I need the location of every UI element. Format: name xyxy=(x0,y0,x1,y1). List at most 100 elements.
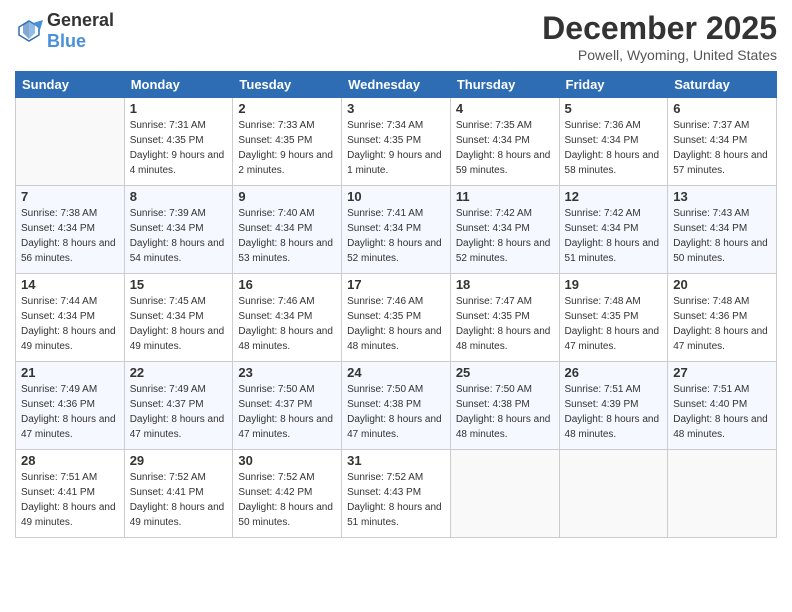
calendar-cell: 8 Sunrise: 7:39 AMSunset: 4:34 PMDaylight… xyxy=(124,186,233,274)
day-number: 14 xyxy=(21,277,119,292)
sun-info: Sunrise: 7:31 AMSunset: 4:35 PMDaylight:… xyxy=(130,118,228,178)
sun-info: Sunrise: 7:34 AMSunset: 4:35 PMDaylight:… xyxy=(347,118,445,178)
sun-info: Sunrise: 7:42 AMSunset: 4:34 PMDaylight:… xyxy=(565,206,663,266)
sun-info: Sunrise: 7:46 AMSunset: 4:34 PMDaylight:… xyxy=(238,294,336,354)
day-number: 4 xyxy=(456,101,554,116)
calendar-week-row: 14 Sunrise: 7:44 AMSunset: 4:34 PMDayligh… xyxy=(16,274,777,362)
day-number: 8 xyxy=(130,189,228,204)
calendar-cell: 31Sunrise: 7:52 AMSunset: 4:43 PMDayligh… xyxy=(342,450,451,538)
day-number: 31 xyxy=(347,453,445,468)
month-title: December 2025 xyxy=(542,10,777,47)
calendar-cell: 26Sunrise: 7:51 AMSunset: 4:39 PMDayligh… xyxy=(559,362,668,450)
day-number: 21 xyxy=(21,365,119,380)
calendar: SundayMondayTuesdayWednesdayThursdayFrid… xyxy=(15,71,777,538)
calendar-cell: 5 Sunrise: 7:36 AMSunset: 4:34 PMDaylight… xyxy=(559,98,668,186)
calendar-day-header: Friday xyxy=(559,72,668,98)
calendar-cell: 25 Sunrise: 7:50 AMSunset: 4:38 PMDayligh… xyxy=(450,362,559,450)
calendar-cell: 21 Sunrise: 7:49 AMSunset: 4:36 PMDayligh… xyxy=(16,362,125,450)
logo: General Blue xyxy=(15,10,114,52)
calendar-cell: 11Sunrise: 7:42 AMSunset: 4:34 PMDayligh… xyxy=(450,186,559,274)
sun-info: Sunrise: 7:47 AMSunset: 4:35 PMDaylight:… xyxy=(456,294,554,354)
sun-info: Sunrise: 7:43 AMSunset: 4:34 PMDaylight:… xyxy=(673,206,771,266)
day-number: 18 xyxy=(456,277,554,292)
calendar-cell: 13Sunrise: 7:43 AMSunset: 4:34 PMDayligh… xyxy=(668,186,777,274)
calendar-cell: 17 Sunrise: 7:46 AMSunset: 4:35 PMDayligh… xyxy=(342,274,451,362)
calendar-cell: 19 Sunrise: 7:48 AMSunset: 4:35 PMDayligh… xyxy=(559,274,668,362)
calendar-cell: 3 Sunrise: 7:34 AMSunset: 4:35 PMDaylight… xyxy=(342,98,451,186)
calendar-cell: 22 Sunrise: 7:49 AMSunset: 4:37 PMDayligh… xyxy=(124,362,233,450)
day-number: 3 xyxy=(347,101,445,116)
sun-info: Sunrise: 7:44 AMSunset: 4:34 PMDaylight:… xyxy=(21,294,119,354)
calendar-day-header: Sunday xyxy=(16,72,125,98)
day-number: 7 xyxy=(21,189,119,204)
sun-info: Sunrise: 7:51 AMSunset: 4:40 PMDaylight:… xyxy=(673,382,771,442)
day-number: 25 xyxy=(456,365,554,380)
sun-info: Sunrise: 7:50 AMSunset: 4:38 PMDaylight:… xyxy=(456,382,554,442)
calendar-cell: 9 Sunrise: 7:40 AMSunset: 4:34 PMDaylight… xyxy=(233,186,342,274)
calendar-cell: 4Sunrise: 7:35 AMSunset: 4:34 PMDaylight… xyxy=(450,98,559,186)
calendar-day-header: Monday xyxy=(124,72,233,98)
day-number: 12 xyxy=(565,189,663,204)
day-number: 5 xyxy=(565,101,663,116)
calendar-cell: 7 Sunrise: 7:38 AMSunset: 4:34 PMDaylight… xyxy=(16,186,125,274)
logo-text: General Blue xyxy=(47,10,114,52)
day-number: 9 xyxy=(238,189,336,204)
calendar-day-header: Thursday xyxy=(450,72,559,98)
calendar-cell: 18 Sunrise: 7:47 AMSunset: 4:35 PMDayligh… xyxy=(450,274,559,362)
day-number: 11 xyxy=(456,189,554,204)
calendar-cell: 24 Sunrise: 7:50 AMSunset: 4:38 PMDayligh… xyxy=(342,362,451,450)
sun-info: Sunrise: 7:36 AMSunset: 4:34 PMDaylight:… xyxy=(565,118,663,178)
calendar-cell: 16 Sunrise: 7:46 AMSunset: 4:34 PMDayligh… xyxy=(233,274,342,362)
calendar-cell: 23 Sunrise: 7:50 AMSunset: 4:37 PMDayligh… xyxy=(233,362,342,450)
sun-info: Sunrise: 7:38 AMSunset: 4:34 PMDaylight:… xyxy=(21,206,119,266)
day-number: 6 xyxy=(673,101,771,116)
day-number: 27 xyxy=(673,365,771,380)
day-number: 19 xyxy=(565,277,663,292)
sun-info: Sunrise: 7:50 AMSunset: 4:37 PMDaylight:… xyxy=(238,382,336,442)
day-number: 15 xyxy=(130,277,228,292)
calendar-week-row: 1Sunrise: 7:31 AMSunset: 4:35 PMDaylight… xyxy=(16,98,777,186)
calendar-day-header: Saturday xyxy=(668,72,777,98)
sun-info: Sunrise: 7:41 AMSunset: 4:34 PMDaylight:… xyxy=(347,206,445,266)
header: General Blue December 2025 Powell, Wyomi… xyxy=(15,10,777,63)
calendar-week-row: 28 Sunrise: 7:51 AMSunset: 4:41 PMDayligh… xyxy=(16,450,777,538)
calendar-cell xyxy=(16,98,125,186)
day-number: 29 xyxy=(130,453,228,468)
sun-info: Sunrise: 7:48 AMSunset: 4:35 PMDaylight:… xyxy=(565,294,663,354)
day-number: 16 xyxy=(238,277,336,292)
sun-info: Sunrise: 7:48 AMSunset: 4:36 PMDaylight:… xyxy=(673,294,771,354)
calendar-day-header: Wednesday xyxy=(342,72,451,98)
sun-info: Sunrise: 7:40 AMSunset: 4:34 PMDaylight:… xyxy=(238,206,336,266)
day-number: 10 xyxy=(347,189,445,204)
calendar-cell: 30Sunrise: 7:52 AMSunset: 4:42 PMDayligh… xyxy=(233,450,342,538)
sun-info: Sunrise: 7:49 AMSunset: 4:36 PMDaylight:… xyxy=(21,382,119,442)
day-number: 20 xyxy=(673,277,771,292)
sun-info: Sunrise: 7:39 AMSunset: 4:34 PMDaylight:… xyxy=(130,206,228,266)
day-number: 22 xyxy=(130,365,228,380)
calendar-cell xyxy=(450,450,559,538)
sun-info: Sunrise: 7:52 AMSunset: 4:41 PMDaylight:… xyxy=(130,470,228,530)
location: Powell, Wyoming, United States xyxy=(542,47,777,63)
sun-info: Sunrise: 7:46 AMSunset: 4:35 PMDaylight:… xyxy=(347,294,445,354)
calendar-cell: 1Sunrise: 7:31 AMSunset: 4:35 PMDaylight… xyxy=(124,98,233,186)
calendar-cell: 20 Sunrise: 7:48 AMSunset: 4:36 PMDayligh… xyxy=(668,274,777,362)
sun-info: Sunrise: 7:51 AMSunset: 4:41 PMDaylight:… xyxy=(21,470,119,530)
day-number: 2 xyxy=(238,101,336,116)
sun-info: Sunrise: 7:33 AMSunset: 4:35 PMDaylight:… xyxy=(238,118,336,178)
sun-info: Sunrise: 7:50 AMSunset: 4:38 PMDaylight:… xyxy=(347,382,445,442)
day-number: 28 xyxy=(21,453,119,468)
calendar-cell: 6 Sunrise: 7:37 AMSunset: 4:34 PMDaylight… xyxy=(668,98,777,186)
sun-info: Sunrise: 7:49 AMSunset: 4:37 PMDaylight:… xyxy=(130,382,228,442)
calendar-header-row: SundayMondayTuesdayWednesdayThursdayFrid… xyxy=(16,72,777,98)
sun-info: Sunrise: 7:37 AMSunset: 4:34 PMDaylight:… xyxy=(673,118,771,178)
day-number: 17 xyxy=(347,277,445,292)
calendar-cell: 14 Sunrise: 7:44 AMSunset: 4:34 PMDayligh… xyxy=(16,274,125,362)
calendar-week-row: 7 Sunrise: 7:38 AMSunset: 4:34 PMDaylight… xyxy=(16,186,777,274)
sun-info: Sunrise: 7:45 AMSunset: 4:34 PMDaylight:… xyxy=(130,294,228,354)
day-number: 23 xyxy=(238,365,336,380)
day-number: 24 xyxy=(347,365,445,380)
calendar-day-header: Tuesday xyxy=(233,72,342,98)
sun-info: Sunrise: 7:51 AMSunset: 4:39 PMDaylight:… xyxy=(565,382,663,442)
calendar-cell: 28 Sunrise: 7:51 AMSunset: 4:41 PMDayligh… xyxy=(16,450,125,538)
logo-icon xyxy=(15,17,43,45)
